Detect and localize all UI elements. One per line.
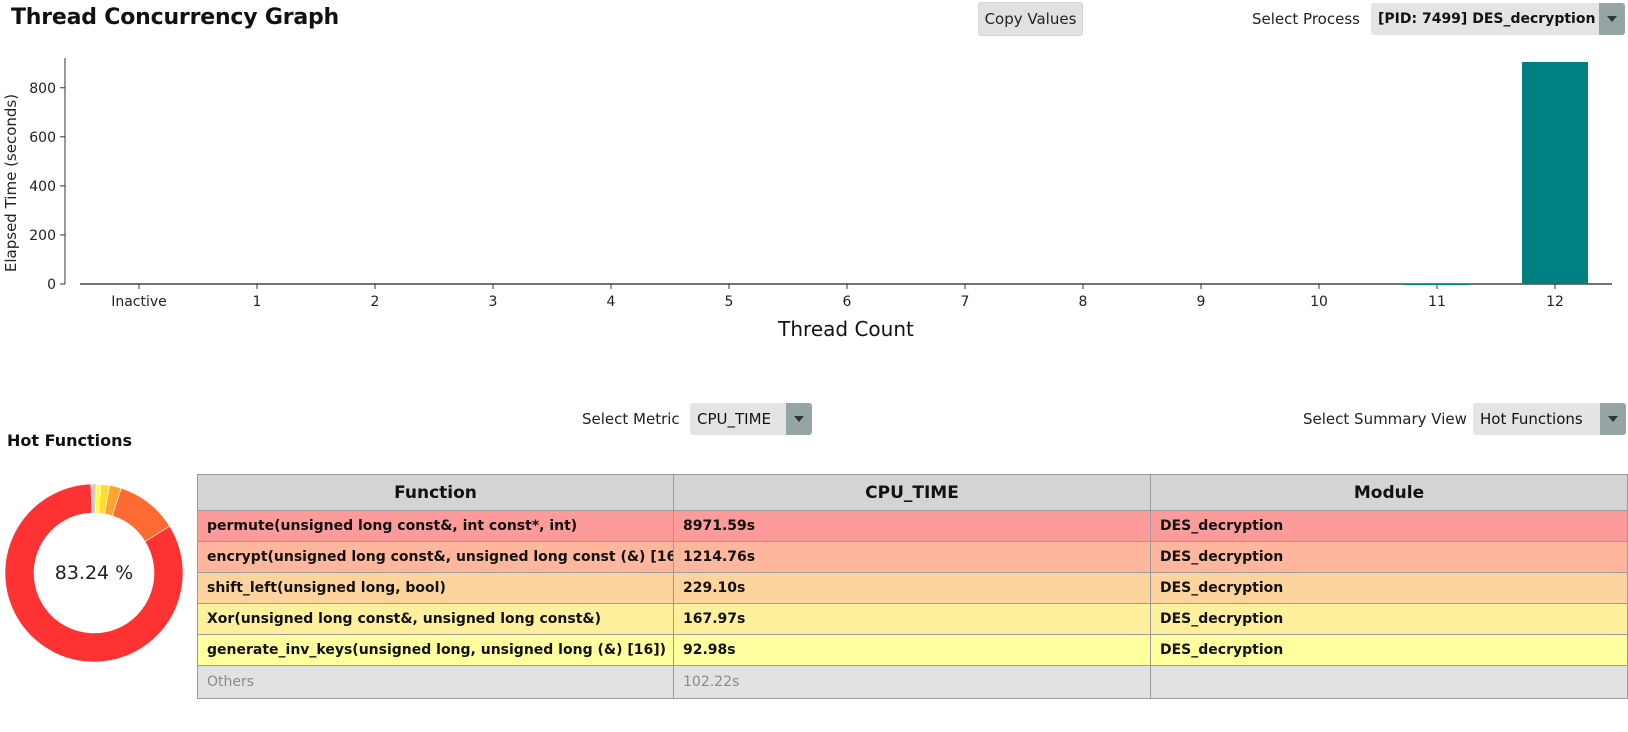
- bar: [1522, 62, 1588, 284]
- module-cell: DES_decryption: [1150, 603, 1628, 635]
- chevron-down-icon[interactable]: [1600, 403, 1626, 435]
- y-tick-label: 600: [29, 130, 56, 146]
- module-cell: DES_decryption: [1150, 541, 1628, 573]
- summary-view-select[interactable]: Hot Functions: [1473, 403, 1626, 435]
- metric-select-value: CPU_TIME: [697, 410, 772, 428]
- x-tick-label: 11: [1428, 294, 1446, 310]
- bar: [1404, 283, 1470, 286]
- column-header-cpu-time[interactable]: CPU_TIME: [673, 474, 1151, 511]
- function-cell: encrypt(unsigned long const&, unsigned l…: [197, 541, 674, 573]
- copy-values-button[interactable]: Copy Values: [978, 2, 1083, 36]
- function-cell: shift_left(unsigned long, bool): [197, 572, 674, 604]
- x-tick-label: 2: [371, 294, 380, 310]
- cpu-time-cell: 92.98s: [673, 634, 1151, 666]
- hot-functions-title: Hot Functions: [7, 431, 133, 450]
- select-summary-view-label: Select Summary View: [1303, 410, 1467, 428]
- x-tick-label: 9: [1197, 294, 1206, 310]
- x-tick-label: 3: [489, 294, 498, 310]
- module-cell: [1150, 665, 1628, 699]
- y-tick-label: 800: [29, 81, 56, 97]
- column-header-module[interactable]: Module: [1150, 474, 1628, 511]
- x-tick-label: 1: [253, 294, 262, 310]
- x-axis-title: Thread Count: [777, 317, 914, 341]
- hot-functions-table: Function CPU_TIME Module permute(unsigne…: [197, 474, 1628, 699]
- cpu-time-cell: 167.97s: [673, 603, 1151, 635]
- y-tick-label: 200: [29, 228, 56, 244]
- table-row[interactable]: permute(unsigned long const&, int const*…: [197, 510, 1628, 542]
- x-tick-label: 5: [725, 294, 734, 310]
- function-cell: permute(unsigned long const&, int const*…: [197, 510, 674, 542]
- cpu-time-cell: 229.10s: [673, 572, 1151, 604]
- function-cell: generate_inv_keys(unsigned long, unsigne…: [197, 634, 674, 666]
- x-tick-label: 4: [607, 294, 616, 310]
- column-header-function[interactable]: Function: [197, 474, 674, 511]
- x-tick-label: 10: [1310, 294, 1328, 310]
- x-tick-label: Inactive: [111, 294, 167, 310]
- cpu-time-cell: 8971.59s: [673, 510, 1151, 542]
- summary-view-select-value: Hot Functions: [1480, 410, 1583, 428]
- table-header-row: Function CPU_TIME Module: [197, 474, 1628, 511]
- function-cell: Others: [197, 665, 674, 699]
- y-axis-title: Elapsed Time (seconds): [2, 94, 20, 272]
- process-select[interactable]: [PID: 7499] DES_decryption: [1371, 3, 1625, 35]
- x-tick-label: 8: [1079, 294, 1088, 310]
- cpu-time-cell: 1214.76s: [673, 541, 1151, 573]
- donut-center-value: 83.24 %: [54, 562, 134, 584]
- cpu-time-cell: 102.22s: [673, 665, 1151, 699]
- module-cell: DES_decryption: [1150, 572, 1628, 604]
- x-tick-label: 7: [961, 294, 970, 310]
- process-select-value: [PID: 7499] DES_decryption: [1378, 11, 1596, 27]
- table-row[interactable]: shift_left(unsigned long, bool) 229.10s …: [197, 572, 1628, 604]
- table-row[interactable]: Xor(unsigned long const&, unsigned long …: [197, 603, 1628, 635]
- table-row-others[interactable]: Others 102.22s: [197, 665, 1628, 699]
- module-cell: DES_decryption: [1150, 510, 1628, 542]
- y-tick-label: 0: [47, 277, 56, 293]
- metric-select[interactable]: CPU_TIME: [690, 403, 812, 435]
- y-tick-label: 400: [29, 179, 56, 195]
- select-metric-label: Select Metric: [582, 410, 680, 428]
- page-title: Thread Concurrency Graph: [11, 5, 340, 30]
- table-row[interactable]: generate_inv_keys(unsigned long, unsigne…: [197, 634, 1628, 666]
- function-cell: Xor(unsigned long const&, unsigned long …: [197, 603, 674, 635]
- x-tick-label: 6: [843, 294, 852, 310]
- x-tick-label: 12: [1546, 294, 1564, 310]
- select-process-label: Select Process: [1252, 10, 1360, 28]
- thread-concurrency-chart: 0200400600800Inactive 1 2 3 4 5 6 7 8 9 10 11 12Thre…: [2, 58, 1612, 341]
- chevron-down-icon[interactable]: [1599, 3, 1625, 35]
- table-row[interactable]: encrypt(unsigned long const&, unsigned l…: [197, 541, 1628, 573]
- chevron-down-icon[interactable]: [786, 403, 812, 435]
- module-cell: DES_decryption: [1150, 634, 1628, 666]
